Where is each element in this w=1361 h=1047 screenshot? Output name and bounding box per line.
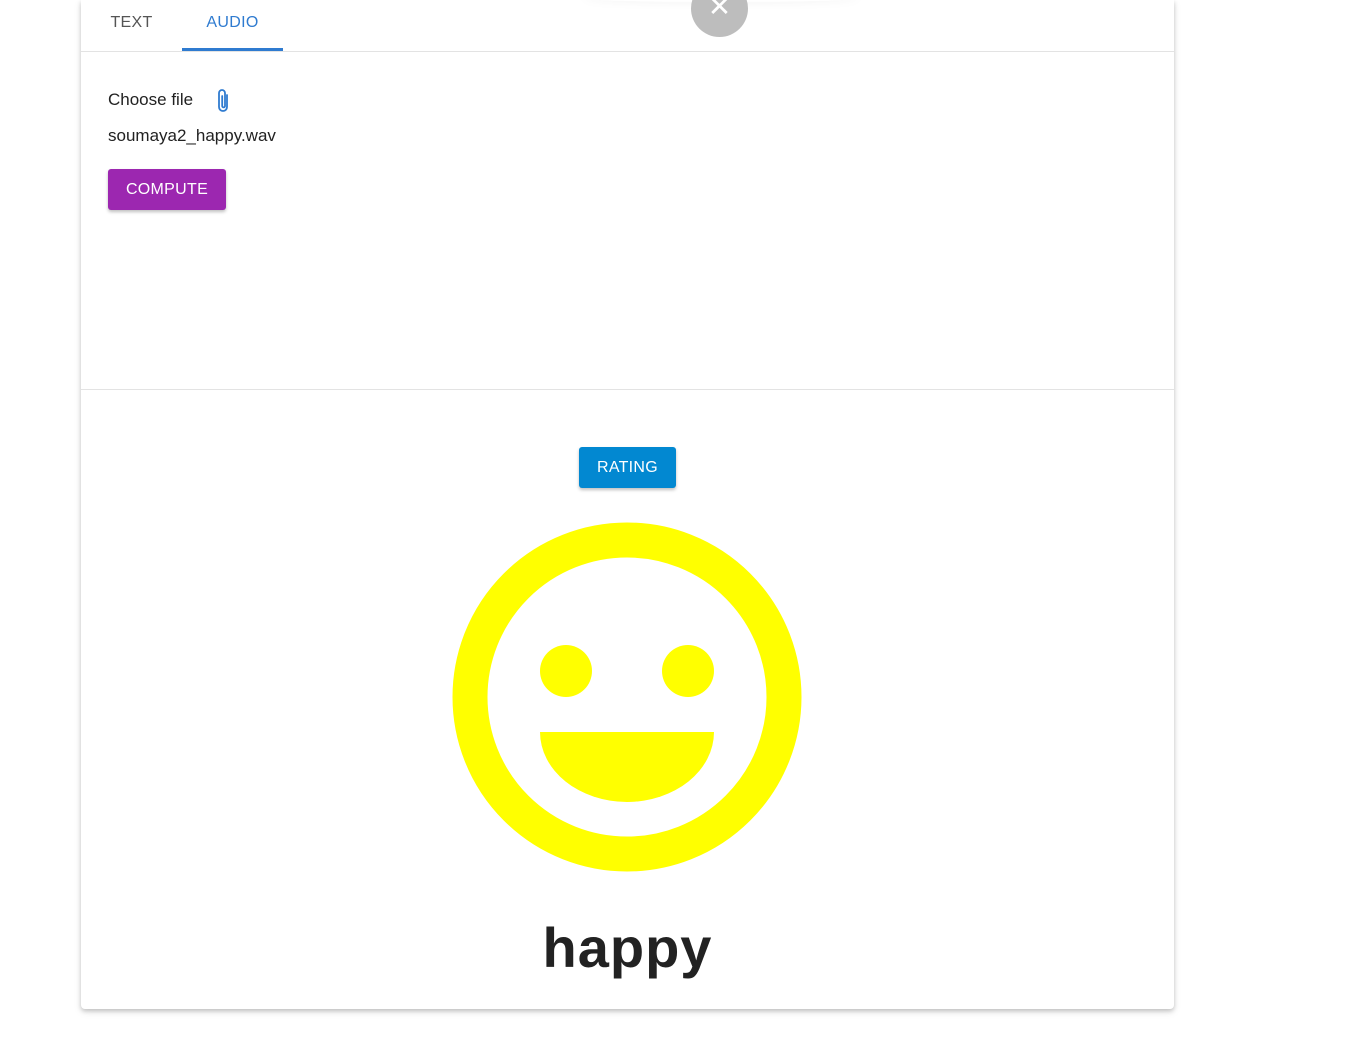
choose-file-label: Choose file — [108, 90, 194, 109]
section-divider — [81, 389, 1174, 390]
close-icon: ✕ — [707, 0, 732, 22]
choose-file-row[interactable]: Choose file — [108, 88, 508, 114]
tab-audio[interactable]: AUDIO — [182, 0, 283, 48]
emotion-card: TEXT AUDIO ✕ Choose file soumaya2_happy.… — [81, 0, 1174, 1009]
tab-text[interactable]: TEXT — [81, 0, 182, 48]
paperclip-icon[interactable] — [214, 88, 234, 114]
compute-button[interactable]: COMPUTE — [108, 169, 226, 210]
active-tab-indicator — [182, 48, 283, 51]
page: TEXT AUDIO ✕ Choose file soumaya2_happy.… — [0, 0, 1361, 1047]
tab-bar: TEXT AUDIO — [81, 0, 1174, 52]
selected-file-name: soumaya2_happy.wav — [108, 126, 276, 145]
file-upload: Choose file soumaya2_happy.wav — [108, 88, 508, 145]
emotion-result-label: happy — [542, 916, 713, 979]
rating-button[interactable]: RATING — [579, 447, 676, 488]
happy-face-icon — [452, 522, 802, 872]
